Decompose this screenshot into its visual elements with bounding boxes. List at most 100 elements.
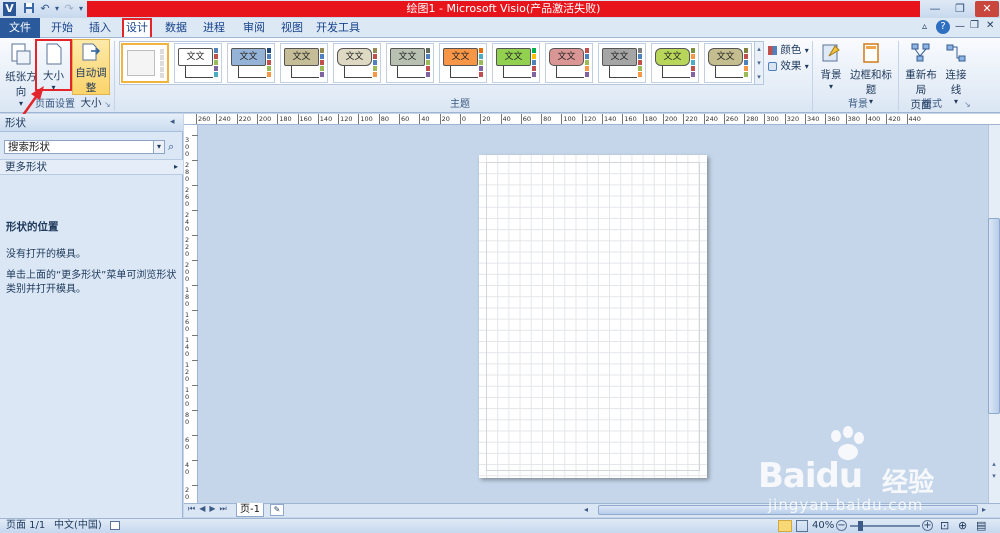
borders-titles-button[interactable]: 边框和标题 ▾ (846, 42, 896, 106)
theme-none[interactable] (121, 43, 169, 83)
ruler-h-label: 200 (258, 115, 272, 123)
tab-data[interactable]: 数据 (162, 18, 190, 38)
ruler-h-tick (683, 114, 685, 124)
tab-developer[interactable]: 开发工具 (316, 18, 360, 38)
ruler-h-tick (196, 114, 197, 124)
theme-1-line (185, 66, 213, 78)
ruler-h-tick (399, 114, 400, 124)
tab-home[interactable]: 开始 (48, 18, 76, 38)
doc-close-icon[interactable]: ✕ (986, 20, 994, 31)
zoom-slider-thumb[interactable] (858, 521, 863, 531)
page-setup-launcher-icon[interactable]: ↘ (104, 100, 111, 109)
theme-2-swatch: 文文 (231, 48, 266, 66)
ruler-h-label: 420 (888, 115, 901, 123)
restore-icon[interactable]: ❐ (950, 1, 970, 17)
close-icon[interactable]: ✕ (975, 1, 999, 17)
tab-design[interactable]: 设计 (122, 18, 152, 37)
scroll-up-icon[interactable]: ▴ (988, 460, 1000, 470)
ruler-h-label: 180 (644, 115, 658, 123)
switch-windows-icon[interactable]: ▤ (976, 519, 986, 533)
more-shapes-menu[interactable]: 更多形状 ▸ (0, 159, 183, 175)
drawing-page[interactable] (479, 155, 707, 478)
connectors-label: 连接线 (945, 69, 967, 96)
ruler-h-label: 320 (786, 115, 800, 123)
borders-titles-label: 边框和标题 (850, 69, 892, 96)
theme-7[interactable]: 文文 (492, 43, 540, 83)
tab-process[interactable]: 进程 (200, 18, 228, 38)
more-shapes-hint-text: 单击上面的“更多形状”菜单可浏览形状类别并打开模具。 (6, 270, 177, 295)
ruler-v-label: 240 (185, 211, 190, 233)
theme-11[interactable]: 文文 (704, 43, 752, 83)
help-icon[interactable]: ? (936, 20, 950, 34)
theme-8[interactable]: 文文 (545, 43, 593, 83)
zoom-in-icon[interactable]: + (922, 520, 933, 531)
page-nav-arrows-icon[interactable]: ⏮◀▶⏭ (188, 504, 231, 514)
doc-minimize-icon[interactable]: — (955, 21, 965, 32)
ruler-v-label: 20 (185, 486, 190, 501)
search-shapes-input[interactable]: 搜索形状 (4, 140, 165, 154)
zoom-out-icon[interactable]: − (836, 520, 847, 531)
more-shapes-arrow-icon: ▸ (173, 162, 178, 171)
theme-10[interactable]: 文文 (651, 43, 699, 83)
tab-review[interactable]: 审阅 (240, 18, 268, 38)
scroll-left-icon[interactable]: ◂ (584, 505, 588, 514)
insert-page-icon[interactable]: ✎ (270, 504, 284, 516)
tab-insert[interactable]: 插入 (86, 18, 114, 38)
presentation-mode-icon[interactable] (796, 520, 808, 532)
ruler-h-tick (541, 114, 543, 124)
theme-5[interactable]: 文文 (386, 43, 434, 83)
ruler-v-label: 280 (185, 161, 190, 183)
theme-3-bars (320, 48, 324, 78)
tab-view[interactable]: 视图 (278, 18, 306, 38)
collapse-pane-icon[interactable]: ◂ (170, 117, 175, 127)
ruler-v-label: 120 (185, 361, 190, 383)
theme-6-line (450, 66, 478, 78)
page-tab-1[interactable]: 页-1 (236, 503, 264, 517)
theme-6[interactable]: 文文 (439, 43, 487, 83)
page-number-status[interactable]: 页面 1/1 (6, 519, 45, 533)
ruler-h-tick (581, 114, 583, 124)
scroll-down-icon[interactable]: ▾ (988, 472, 1000, 482)
theme-11-bars (744, 48, 748, 78)
vertical-ruler[interactable]: 300 280 260 240 220 200 180 160 140 120 100 80 60 40 2… (184, 125, 198, 505)
language-status[interactable]: 中文(中国) (54, 519, 102, 533)
zoom-level[interactable]: 40% (812, 519, 834, 533)
search-icon[interactable]: ⌕ (168, 140, 174, 154)
ruler-v-tick (192, 485, 198, 486)
ruler-h-label: 140 (604, 115, 617, 123)
status-bar: 页面 1/1 中文(中国) 40% − + ⊡ ⊕ ▤ (0, 518, 1000, 533)
theme-gallery-scroll[interactable]: ▴ ▾ ▾ (754, 42, 763, 84)
colors-button[interactable]: 颜色 ▾ (768, 42, 809, 57)
theme-8-swatch: 文文 (549, 48, 584, 66)
theme-1[interactable]: 文文 (174, 43, 222, 83)
theme-9[interactable]: 文文 (598, 43, 646, 83)
theme-3-swatch: 文文 (284, 48, 319, 66)
theme-4[interactable]: 文文 (333, 43, 381, 83)
customize-qat-icon[interactable]: ▾ (74, 2, 88, 16)
ribbon-collapse-icon[interactable]: ▵ (922, 21, 927, 32)
background-button[interactable]: 背景 ▾ (816, 42, 846, 91)
fit-page-icon[interactable]: ⊡ (940, 519, 949, 533)
ruler-h-label: 80 (543, 115, 552, 123)
effects-button[interactable]: 效果 ▾ (768, 58, 809, 73)
theme-7-bars (532, 48, 536, 78)
layout-launcher-icon[interactable]: ↘ (964, 100, 971, 109)
search-dropdown-icon[interactable]: ▾ (153, 141, 164, 153)
auto-size-button[interactable]: 自动调整 大小 (72, 39, 110, 109)
connectors-button[interactable]: 连接线 ▾ (941, 42, 971, 106)
ruler-v-label: 40 (185, 461, 190, 476)
theme-3[interactable]: 文文 (280, 43, 328, 83)
theme-9-line (609, 66, 637, 78)
tab-file[interactable]: 文件 (0, 18, 40, 38)
full-screen-icon[interactable] (778, 520, 792, 532)
doc-restore-icon[interactable]: ❐ (970, 20, 979, 31)
minimize-icon[interactable]: — (925, 1, 945, 17)
visio-app-icon[interactable]: V (3, 2, 16, 16)
vertical-scroll-thumb[interactable] (988, 218, 1000, 414)
save-icon[interactable] (22, 2, 36, 16)
ruler-h-tick (622, 114, 624, 124)
pan-zoom-icon[interactable]: ⊕ (958, 519, 967, 533)
theme-2[interactable]: 文文 (227, 43, 275, 83)
macro-record-icon[interactable] (110, 521, 120, 530)
horizontal-ruler[interactable]: 260 240 220 200 180 160 140 120 100 80 60 40 20 0 20 40… (184, 114, 1000, 125)
